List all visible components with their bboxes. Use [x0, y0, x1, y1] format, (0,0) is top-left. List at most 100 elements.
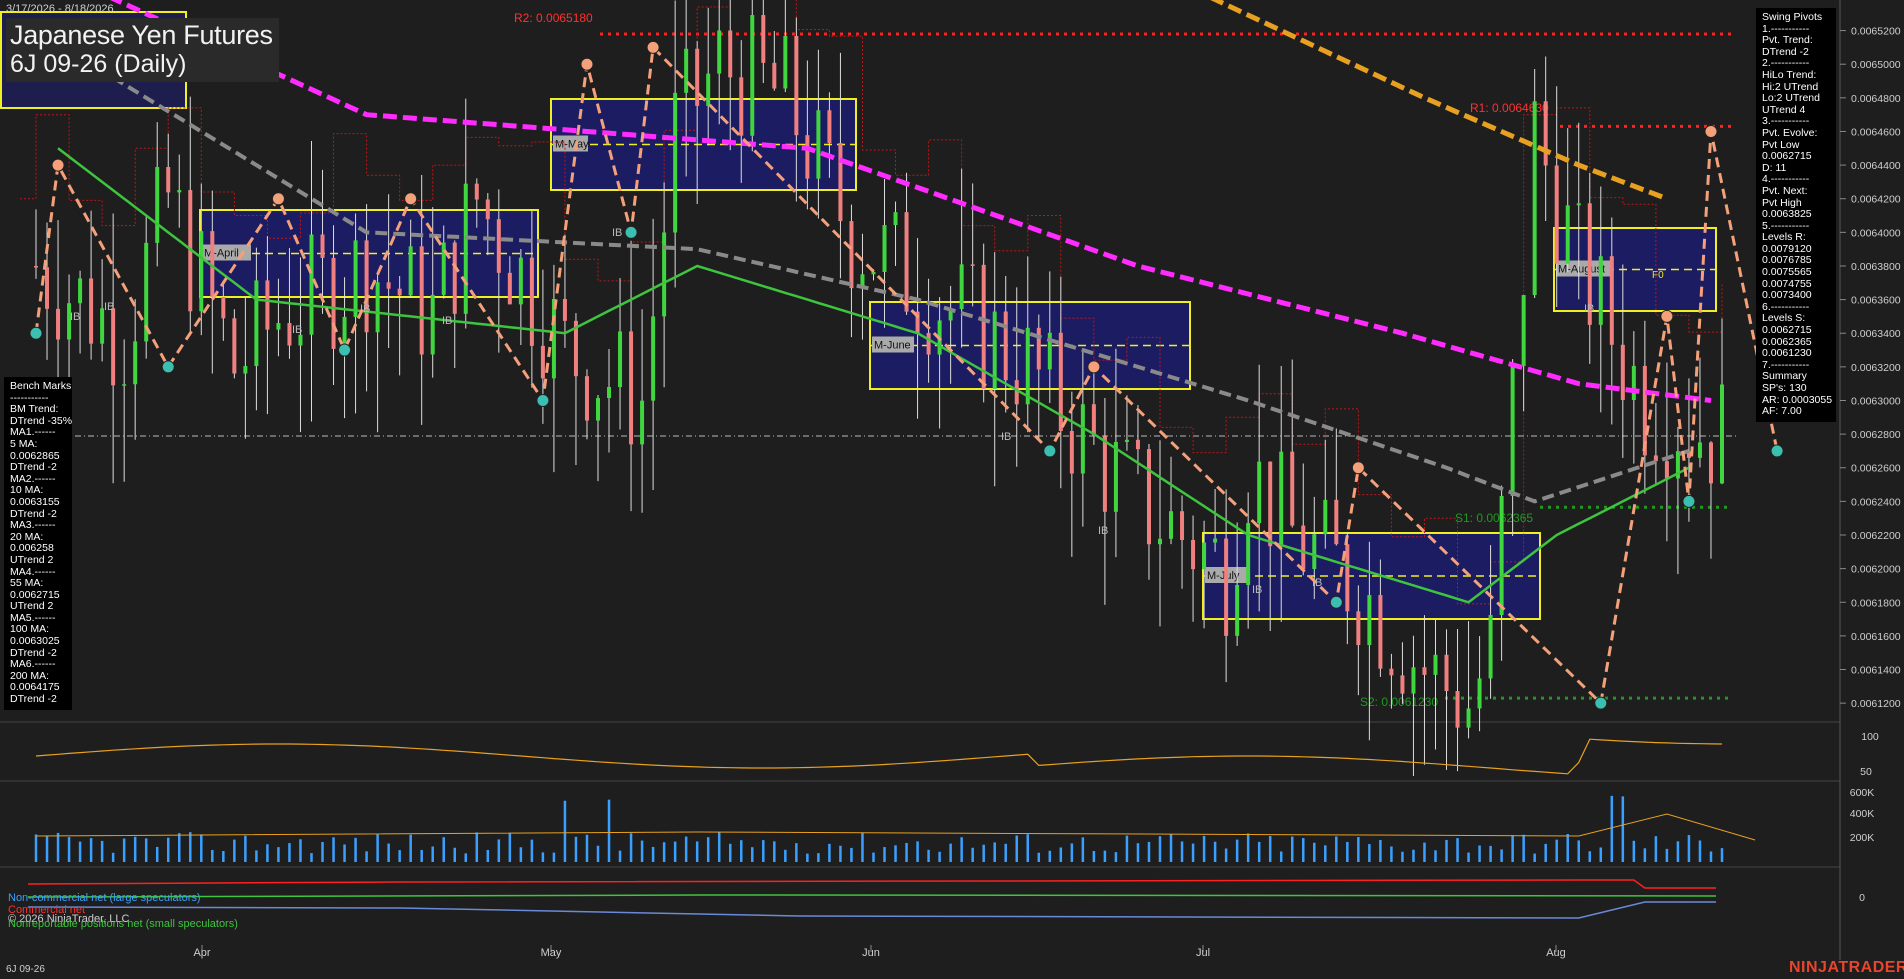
candle-body [1169, 511, 1174, 539]
candle-body [309, 234, 314, 335]
candle-body [728, 30, 733, 78]
candle-body [243, 366, 248, 374]
ib-label: IB [1252, 584, 1262, 596]
osc-tick-label: 50 [1860, 766, 1872, 778]
candle-body [1598, 256, 1603, 325]
candle-body [386, 282, 391, 289]
ib-label: IB [1001, 431, 1011, 443]
candle-body [298, 334, 303, 346]
candle-body [1025, 327, 1030, 405]
candle-body [739, 77, 744, 136]
y-tick-label: 0.0061600 [1851, 631, 1901, 643]
bench-marks-panel: Bench Marks ----------- BM Trend: DTrend -3… [4, 377, 72, 710]
candle-body [1003, 311, 1008, 381]
swing-panel-line: Swing Pivots [1762, 11, 1823, 23]
bench-panel-line: DTrend -2 [10, 461, 57, 474]
y-tick-label: 0.0064600 [1851, 126, 1901, 138]
candle-body [1268, 461, 1273, 547]
candle-body [695, 48, 700, 106]
candle-body [926, 332, 931, 355]
candle-body [1389, 668, 1394, 676]
candle-body [596, 398, 600, 421]
swing-low-marker [1329, 595, 1343, 609]
candle-body [1477, 678, 1482, 709]
pivot-label-s1: S1: 0.0062365 [1455, 511, 1533, 525]
pivot-label-r2: R2: 0.0065180 [514, 11, 593, 25]
y-tick-label: 0.0062400 [1851, 496, 1901, 508]
candle-body [959, 264, 964, 310]
candle-body [562, 299, 567, 321]
candle-body [1444, 654, 1449, 692]
candle-body [1378, 595, 1383, 669]
candle-body [1521, 295, 1526, 366]
swing-low-marker [624, 225, 638, 239]
candle-body [232, 318, 237, 374]
candle-body [1554, 165, 1559, 264]
legend-noncommercial: Non-commercial net (large speculators) [8, 892, 201, 904]
swing-pivots-panel: Swing Pivots 1.----------- Pvt. Trend: DTre… [1756, 8, 1836, 422]
price-chart[interactable]: 0.0065200 0.0065000 0.0064800 0.0064600 0.00… [0, 0, 1904, 979]
candle-body [816, 110, 821, 179]
candle-body [1631, 365, 1636, 401]
candle-body [1664, 461, 1669, 479]
swing-panel-line: Pvt. Next: [1762, 184, 1808, 197]
swing-high-marker [51, 158, 65, 172]
month-box-label: M-August [1558, 264, 1605, 276]
swing-high-marker [404, 192, 418, 206]
y-tick-label: 0.0062200 [1851, 530, 1901, 542]
candle-body [584, 376, 589, 421]
y-tick-label: 0.0063200 [1851, 362, 1901, 374]
swing-high-marker [1351, 461, 1365, 475]
candle-body [100, 308, 105, 344]
x-tick-label: Jun [862, 947, 880, 959]
candle-body [761, 15, 766, 63]
swing-low-marker [1682, 494, 1696, 508]
candle-body [849, 221, 854, 289]
candle-body [970, 264, 975, 266]
candle-body [1036, 327, 1041, 370]
candle-body [1102, 436, 1107, 512]
y-tick-label: 0.0063000 [1851, 395, 1901, 407]
chart-title: Japanese Yen Futures [10, 20, 273, 50]
swing-panel-line: 0.0062715 [1762, 150, 1812, 163]
y-tick-label: 0.0065200 [1851, 26, 1901, 38]
candle-body [904, 212, 909, 312]
candle-body [1433, 654, 1438, 675]
candle-body [507, 272, 512, 305]
candle-body [607, 387, 612, 399]
candle-body [199, 231, 204, 312]
candle-body [1609, 256, 1614, 345]
pivot-label-s2: S2: 0.0061230 [1360, 695, 1438, 709]
x-tick-label: Apr [193, 947, 210, 959]
candle-body [827, 110, 832, 144]
candle-body [1091, 404, 1096, 437]
ib-label: IB [104, 301, 114, 313]
candle-body [34, 265, 38, 268]
candle-body [375, 282, 380, 333]
candle-body [551, 299, 556, 379]
candle-body [1180, 511, 1185, 541]
candle-body [1334, 499, 1339, 545]
swing-high-marker [271, 192, 285, 206]
candle-body [1576, 203, 1581, 206]
swing-panel-line: 0.0075565 [1762, 266, 1812, 279]
ib-label: IB [70, 311, 80, 323]
candle-body [254, 280, 259, 367]
y-tick-label: 0.0061400 [1851, 665, 1901, 677]
y-tick-label: 0.0061200 [1851, 698, 1901, 710]
y-tick-label: 0.0063400 [1851, 328, 1901, 340]
bench-panel-line: 0.0063155 [10, 495, 60, 508]
candle-body [496, 219, 501, 273]
candle-body [287, 323, 292, 346]
candle-body [1400, 675, 1405, 694]
candle-body [529, 257, 534, 346]
candle-body [1224, 538, 1229, 636]
swing-low-marker [161, 360, 175, 374]
y-tick-label: 0.0062800 [1851, 429, 1901, 441]
swing-low-marker [536, 393, 550, 407]
candle-body [463, 183, 468, 314]
month-box-label: M-June [874, 340, 911, 352]
candle-body [1301, 525, 1306, 569]
y-tick-label: 0.0061800 [1851, 597, 1901, 609]
swing-high-marker [580, 57, 594, 71]
